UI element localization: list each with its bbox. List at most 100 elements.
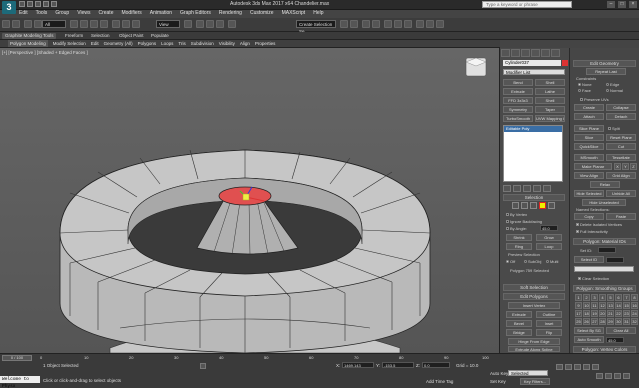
curve-editor-icon[interactable] <box>384 20 392 28</box>
scene-explorer-icon[interactable] <box>372 20 380 28</box>
selection-rollout-header[interactable]: Selection <box>503 194 565 201</box>
sg-button-27[interactable]: 27 <box>591 318 598 325</box>
panel-visibility[interactable]: Visibility <box>219 40 235 47</box>
configure-sets-icon[interactable] <box>543 185 551 192</box>
sg-button-17[interactable]: 17 <box>575 310 582 317</box>
modifier-list-dropdown[interactable]: Modifier List <box>503 69 565 75</box>
clear-selection-checkbox[interactable]: Clear Selection <box>578 276 609 281</box>
open-file-icon[interactable] <box>27 1 33 7</box>
sg-button-32[interactable]: 32 <box>631 318 638 325</box>
stack-item-editable-poly[interactable]: Editable Poly <box>504 126 562 132</box>
layer-explorer-icon[interactable] <box>362 20 370 28</box>
auto-smooth-spinner[interactable]: 45.0 <box>606 337 624 343</box>
reset-plane-button[interactable]: Reset Plane <box>606 134 636 141</box>
redo-icon[interactable] <box>12 20 20 28</box>
panel-tris[interactable]: Tris <box>178 40 185 47</box>
lathe-button[interactable]: Lathe <box>535 88 565 95</box>
tab-object-paint[interactable]: Object Paint <box>116 33 147 39</box>
constraint-face-radio[interactable]: Face <box>578 88 591 93</box>
outline-button[interactable]: Outline <box>536 311 562 318</box>
tab-graphite-modeling-tools[interactable]: Graphite Modeling Tools <box>2 33 57 39</box>
sg-button-30[interactable]: 30 <box>615 318 622 325</box>
planar-z-button[interactable]: Z <box>630 163 637 170</box>
named-selection-dropdown[interactable]: Create Selection Se <box>296 20 336 34</box>
render-setup-icon[interactable] <box>416 20 424 28</box>
material-name-dropdown[interactable] <box>574 266 634 272</box>
menu-create[interactable]: Create <box>98 10 113 17</box>
unlink-icon[interactable] <box>34 20 42 28</box>
sg-button-31[interactable]: 31 <box>623 318 630 325</box>
menu-edit[interactable]: Edit <box>19 10 28 17</box>
planar-x-button[interactable]: X <box>614 163 621 170</box>
hinge-from-edge-button[interactable]: Hinge From Edge <box>508 338 560 345</box>
sg-button-8[interactable]: 8 <box>631 294 638 301</box>
rectangle-selection-icon[interactable] <box>90 20 98 28</box>
insert-vertex-button[interactable]: Insert Vertex <box>508 302 560 309</box>
key-mode-dropdown[interactable]: Selected <box>508 370 548 376</box>
hide-selected-button[interactable]: Hide Selected <box>574 190 604 197</box>
object-color-swatch[interactable] <box>562 60 568 66</box>
menu-graph-editors[interactable]: Graph Editors <box>180 10 211 17</box>
ignore-backfacing-checkbox[interactable]: Ignore Backfacing <box>506 219 542 224</box>
turbosmooth-button[interactable]: TurboSmooth <box>503 115 533 122</box>
menu-customize[interactable]: Customize <box>250 10 274 17</box>
sg-button-2[interactable]: 2 <box>583 294 590 301</box>
move-icon[interactable] <box>112 20 120 28</box>
panel-polygons[interactable]: Polygons <box>138 40 157 47</box>
select-id-button[interactable]: Select ID <box>574 256 604 263</box>
go-to-start-icon[interactable] <box>556 364 563 370</box>
save-file-icon[interactable] <box>35 1 41 7</box>
element-level-icon[interactable] <box>548 202 555 209</box>
cut-button[interactable]: Cut <box>606 143 636 150</box>
object-name-field[interactable]: Cylinder037 <box>503 60 561 66</box>
tessellate-button[interactable]: Tessellate <box>606 154 636 161</box>
key-filters-button[interactable]: Key Filters... <box>520 378 550 385</box>
slice-plane-button[interactable]: Slice Plane <box>574 125 604 132</box>
sg-button-10[interactable]: 10 <box>583 302 590 309</box>
sg-button-1[interactable]: 1 <box>575 294 582 301</box>
x-coordinate-field[interactable]: 1469.143 <box>342 362 374 368</box>
panel-modify-selection[interactable]: Modify Selection <box>53 40 86 47</box>
shrink-button[interactable]: Shrink <box>506 234 532 241</box>
paste-button[interactable]: Paste <box>606 213 636 220</box>
undo-icon[interactable] <box>2 20 10 28</box>
viewcube-icon[interactable] <box>466 58 486 76</box>
undo-icon[interactable] <box>43 1 49 7</box>
show-end-result-icon[interactable] <box>513 185 521 192</box>
panel-subdivision[interactable]: Subdivision <box>191 40 214 47</box>
select-by-sg-button[interactable]: Select By SG <box>574 327 604 334</box>
planar-y-button[interactable]: Y <box>622 163 629 170</box>
taper-button[interactable]: Taper <box>535 106 565 113</box>
sg-button-7[interactable]: 7 <box>623 294 630 301</box>
preview-off-radio[interactable]: Off <box>506 259 515 264</box>
delete-isolated-checkbox[interactable]: Delete Isolated Vertices <box>576 222 622 227</box>
y-coordinate-field[interactable]: -153.5 <box>382 362 414 368</box>
edge-level-icon[interactable] <box>521 202 528 209</box>
sg-button-26[interactable]: 26 <box>583 318 590 325</box>
selection-filter-dropdown[interactable]: All <box>42 20 66 28</box>
sg-button-3[interactable]: 3 <box>591 294 598 301</box>
by-angle-spinner[interactable]: 45.0 <box>540 225 558 231</box>
schematic-view-icon[interactable] <box>394 20 402 28</box>
remove-modifier-icon[interactable] <box>533 185 541 192</box>
edit-polygons-header[interactable]: Edit Polygons <box>503 293 565 300</box>
quickslice-button[interactable]: QuickSlice <box>574 143 604 150</box>
shell-button[interactable]: Shell <box>535 79 565 86</box>
vertex-colors-header[interactable]: Polygon: Vertex Colors <box>573 346 636 353</box>
full-interactivity-checkbox[interactable]: Full Interactivity <box>576 229 608 234</box>
unhide-all-button[interactable]: Unhide All <box>606 190 636 197</box>
preview-subobj-radio[interactable]: SubObj <box>524 259 541 264</box>
view-align-button[interactable]: View Align <box>574 172 604 179</box>
extrude-modifier-button[interactable]: Extrude <box>503 88 533 95</box>
zoom-icon[interactable] <box>596 373 603 379</box>
menu-views[interactable]: Views <box>77 10 90 17</box>
by-angle-checkbox[interactable]: By Angle: <box>506 226 527 231</box>
viewport-scene[interactable] <box>0 48 499 353</box>
zoom-all-icon[interactable] <box>605 373 612 379</box>
sg-button-16[interactable]: 16 <box>631 302 638 309</box>
sg-button-14[interactable]: 14 <box>615 302 622 309</box>
sg-button-28[interactable]: 28 <box>599 318 606 325</box>
orbit-icon[interactable] <box>623 373 630 379</box>
previous-frame-icon[interactable] <box>565 364 572 370</box>
detach-button[interactable]: Detach <box>606 113 636 120</box>
